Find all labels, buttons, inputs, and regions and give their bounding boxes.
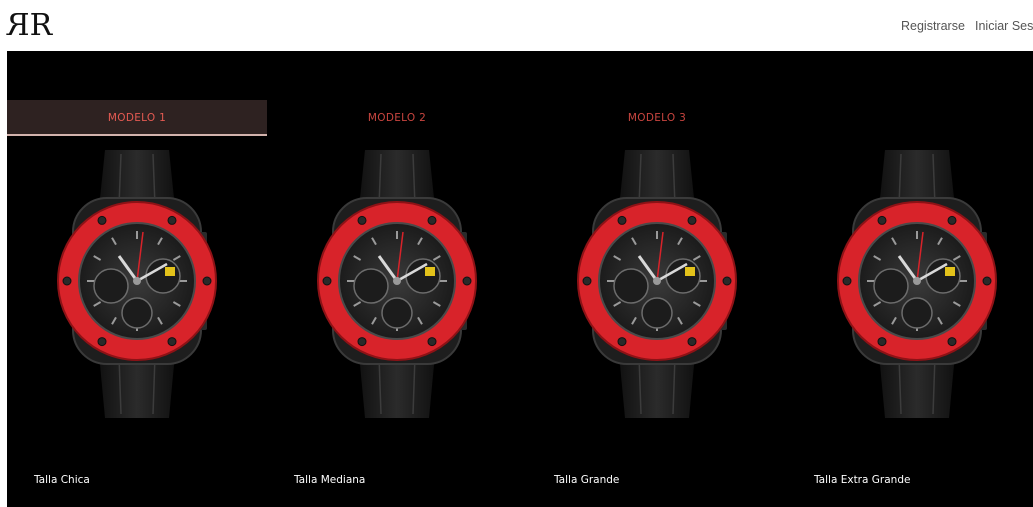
watch-icon[interactable] <box>7 148 267 428</box>
site-header: RR Registrarse Iniciar Sesion <box>0 0 1033 51</box>
product-card-medium[interactable]: Talla Mediana <box>267 148 527 486</box>
product-card-small[interactable]: Talla Chica <box>7 148 267 486</box>
brand-logo[interactable]: RR <box>10 8 56 43</box>
product-card-extra-large[interactable]: Talla Extra Grande <box>787 148 1033 486</box>
size-label: Talla Mediana <box>294 474 366 486</box>
login-link[interactable]: Iniciar Sesion <box>975 19 1033 33</box>
watch-icon[interactable] <box>267 148 527 428</box>
register-link[interactable]: Registrarse <box>901 19 965 33</box>
tab-modelo-1[interactable]: MODELO 1 <box>7 100 267 136</box>
watch-icon[interactable] <box>527 148 787 428</box>
tab-modelo-2[interactable]: MODELO 2 <box>267 100 527 136</box>
product-card-large[interactable]: Talla Grande <box>527 148 787 486</box>
size-label: Talla Extra Grande <box>814 474 911 486</box>
size-label: Talla Chica <box>34 474 90 486</box>
size-label: Talla Grande <box>554 474 620 486</box>
watch-icon[interactable] <box>787 148 1033 428</box>
product-showcase: MODELO 1 MODELO 2 MODELO 3 Talla Chica T… <box>7 51 1033 507</box>
tab-modelo-3[interactable]: MODELO 3 <box>527 100 787 136</box>
